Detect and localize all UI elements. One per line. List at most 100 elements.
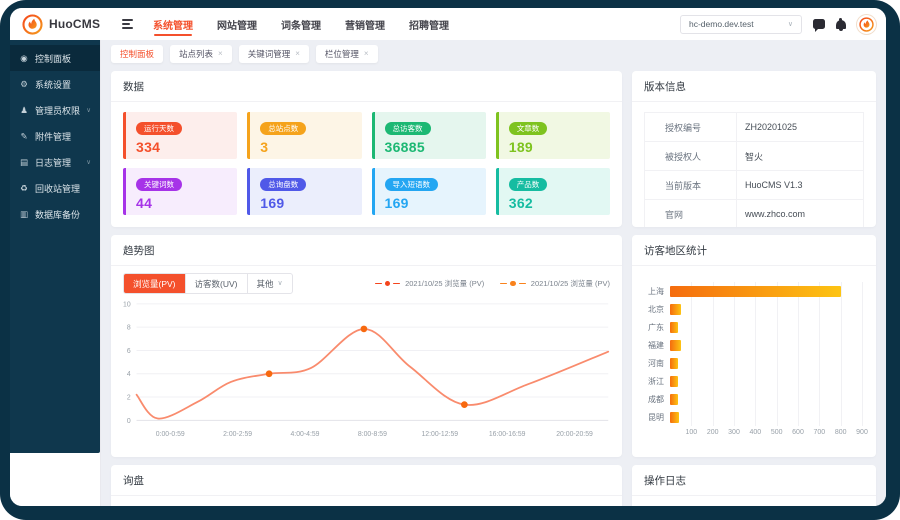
data-card: 数据 运行天数 334 总站点数 3 总访客数 36885 文章数 189 关键词数 44 总询盘数…: [111, 71, 622, 227]
version-card: 版本信息 授权编号 ZH20201025 被授权人 智火 当前版本 HuoCMS V1.3…: [632, 71, 876, 227]
axis-tick-label: 500: [770, 429, 783, 436]
stat-value: 334: [136, 139, 161, 155]
window-frame: HuoCMS 系统管理 网站管理 词条管理 营销管理 招聘管理 hc-demo.dev.…: [0, 0, 900, 520]
bar-浙江[interactable]: [670, 375, 679, 387]
bar-category-label: 浙江: [648, 376, 664, 386]
sidebar-item-附件管理[interactable]: ✎ 附件管理: [10, 123, 100, 149]
bar-category-label: 昆明: [648, 412, 664, 422]
axis-tick-label: 200: [706, 429, 719, 436]
stat-badge: 关键词数: [136, 178, 182, 191]
legend-item[interactable]: 2021/10/25 浏览量 (PV): [500, 278, 610, 289]
chevron-down-icon: ∨: [86, 107, 91, 114]
tab-栏位管理[interactable]: 栏位管理 ×: [315, 45, 378, 63]
stat-box-运行天数: 运行天数 334: [123, 112, 238, 159]
site-select[interactable]: hc-demo.dev.test ∨: [680, 14, 802, 34]
bar-广东[interactable]: [670, 321, 679, 333]
app-window: HuoCMS 系统管理 网站管理 词条管理 营销管理 招聘管理 hc-demo.dev.…: [10, 8, 886, 506]
bar-成都[interactable]: [670, 393, 679, 405]
stats-grid: 运行天数 334 总站点数 3 总访客数 36885 文章数 189 关键词数 44 总询盘数 169…: [111, 102, 622, 225]
nav-item-营销管理[interactable]: 营销管理: [345, 8, 385, 40]
stat-box-关键词数: 关键词数 44: [123, 168, 238, 215]
close-icon[interactable]: ×: [218, 50, 223, 58]
close-icon[interactable]: ×: [295, 50, 300, 58]
trend-line-chart: 0 2 4 6 8 10 0:00-0:59 2:00-2:59 4:00-4:59 8:00-8…: [123, 301, 610, 438]
legend-line: [393, 282, 401, 285]
tab-控制面板[interactable]: 控制面板: [111, 45, 164, 63]
oplog-card: 操作日志 管理员334号更新了关于我们的内容。 2021-10-25 15:13: [632, 465, 876, 506]
app-logo[interactable]: HuoCMS: [22, 13, 108, 35]
bar-河南[interactable]: [670, 357, 679, 369]
version-value: 智火: [735, 141, 865, 171]
svg-text:12:00-12:59: 12:00-12:59: [421, 431, 458, 438]
nav-item-词条管理[interactable]: 词条管理: [281, 8, 321, 40]
svg-text:6: 6: [127, 348, 131, 355]
stat-box-产品数: 产品数 362: [495, 168, 610, 215]
version-row: 被授权人 智火: [644, 141, 865, 171]
bar-福建[interactable]: [670, 339, 682, 351]
sidebar-item-控制面板[interactable]: ◉ 控制面板: [10, 45, 100, 71]
sidebar-item-系统设置[interactable]: ⚙ 系统设置: [10, 71, 100, 97]
svg-text:0: 0: [127, 418, 131, 425]
trend-filter-其他[interactable]: 其他 ∨: [248, 274, 292, 293]
dashboard-icon: ◉: [20, 52, 28, 63]
version-label: 被授权人: [644, 141, 737, 171]
card-title: 访客地区统计: [632, 235, 876, 266]
sidebar-item-label: 控制面板: [35, 53, 72, 64]
flame-icon: [859, 16, 874, 32]
bar-row: [670, 354, 862, 372]
legend-dot-icon: [510, 280, 516, 287]
app-body: ◉ 控制面板 ⚙ 系统设置 ♟ 管理员权限 ∨ ✎ 附件管理 ▤ 日志管理 ∨ ♻ 回收站管理 ▥ 数据库备份…: [10, 40, 886, 506]
bar-category-label: 福建: [648, 340, 664, 350]
axis-tick-label: 400: [749, 429, 762, 436]
bar-row: [670, 372, 862, 390]
sidebar-item-回收站管理[interactable]: ♻ 回收站管理: [10, 175, 100, 201]
top-header: HuoCMS 系统管理 网站管理 词条管理 营销管理 招聘管理 hc-demo.dev.…: [10, 8, 886, 40]
card-title: 操作日志: [632, 465, 876, 496]
sidebar-item-管理员权限[interactable]: ♟ 管理员权限 ∨: [10, 97, 100, 123]
legend-item[interactable]: 2021/10/25 浏览量 (PV): [374, 278, 484, 289]
axis-tick-label: 800: [834, 429, 847, 436]
gear-icon: ⚙: [20, 78, 28, 89]
bar-chart-axis: 100 200 300 400 500 600 700 800 900: [632, 426, 876, 441]
tab-关键词管理[interactable]: 关键词管理 ×: [238, 45, 309, 63]
nav-item-系统管理[interactable]: 系统管理: [153, 8, 193, 40]
bar-北京[interactable]: [670, 303, 681, 315]
bar-row: [670, 336, 862, 354]
bar-昆明[interactable]: [670, 411, 679, 423]
stat-box-文章数: 文章数 189: [495, 112, 610, 159]
inquiry-item[interactable]: 活动引流推广 引流目标70人去现场参加大会，科技论坛大会地点黄浦。本周五举办。 …: [111, 496, 622, 506]
tab-label: 关键词管理: [247, 49, 291, 59]
sidebar-item-日志管理[interactable]: ▤ 日志管理 ∨: [10, 149, 100, 175]
bar-row: [670, 318, 862, 336]
trend-filter-访客数(UV)[interactable]: 访客数(UV): [186, 274, 248, 293]
nav-item-网站管理[interactable]: 网站管理: [217, 8, 257, 40]
tab-站点列表[interactable]: 站点列表 ×: [170, 45, 232, 63]
sidebar-item-label: 数据库备份: [35, 209, 81, 220]
bar-上海[interactable]: [670, 285, 841, 297]
bar-category-label: 上海: [648, 286, 664, 296]
stat-badge: 总访客数: [384, 122, 431, 135]
axis-tick-label: 900: [856, 429, 868, 436]
axis-tick-label: 100: [685, 429, 698, 436]
trash-icon: ♻: [20, 182, 28, 193]
close-icon[interactable]: ×: [364, 50, 369, 58]
chat-icon[interactable]: [813, 18, 825, 32]
nav-item-招聘管理[interactable]: 招聘管理: [409, 8, 449, 40]
region-card: 访客地区统计 上海 北京 广东 福建 河南 浙江 成都 昆明 100 200 300 400 500 6…: [632, 235, 876, 457]
bell-icon[interactable]: [836, 17, 846, 32]
menu-icon[interactable]: [122, 19, 133, 29]
bar-category-label: 北京: [648, 304, 664, 314]
content-area: 控制面板 站点列表 × 关键词管理 × 栏位管理 × 数据 运行天数 334 总站点数 3 总访客数…: [101, 40, 886, 506]
oplog-item[interactable]: 管理员334号更新了关于我们的内容。 2021-10-25 15:13: [632, 496, 876, 506]
trend-filter-浏览量(PV)[interactable]: 浏览量(PV): [124, 274, 186, 293]
stat-value: 169: [384, 195, 409, 211]
sidebar-item-数据库备份[interactable]: ▥ 数据库备份: [10, 201, 100, 227]
bar-row: [670, 390, 862, 408]
log-icon: ▤: [19, 156, 29, 167]
tab-bar: 控制面板 站点列表 × 关键词管理 × 栏位管理 ×: [101, 40, 886, 66]
version-row: 官网 www.zhco.com: [644, 199, 865, 227]
bar-category-label: 成都: [648, 394, 664, 404]
avatar[interactable]: [857, 14, 876, 34]
stat-value: 3: [260, 139, 269, 155]
stat-box-总站点数: 总站点数 3: [247, 112, 362, 159]
